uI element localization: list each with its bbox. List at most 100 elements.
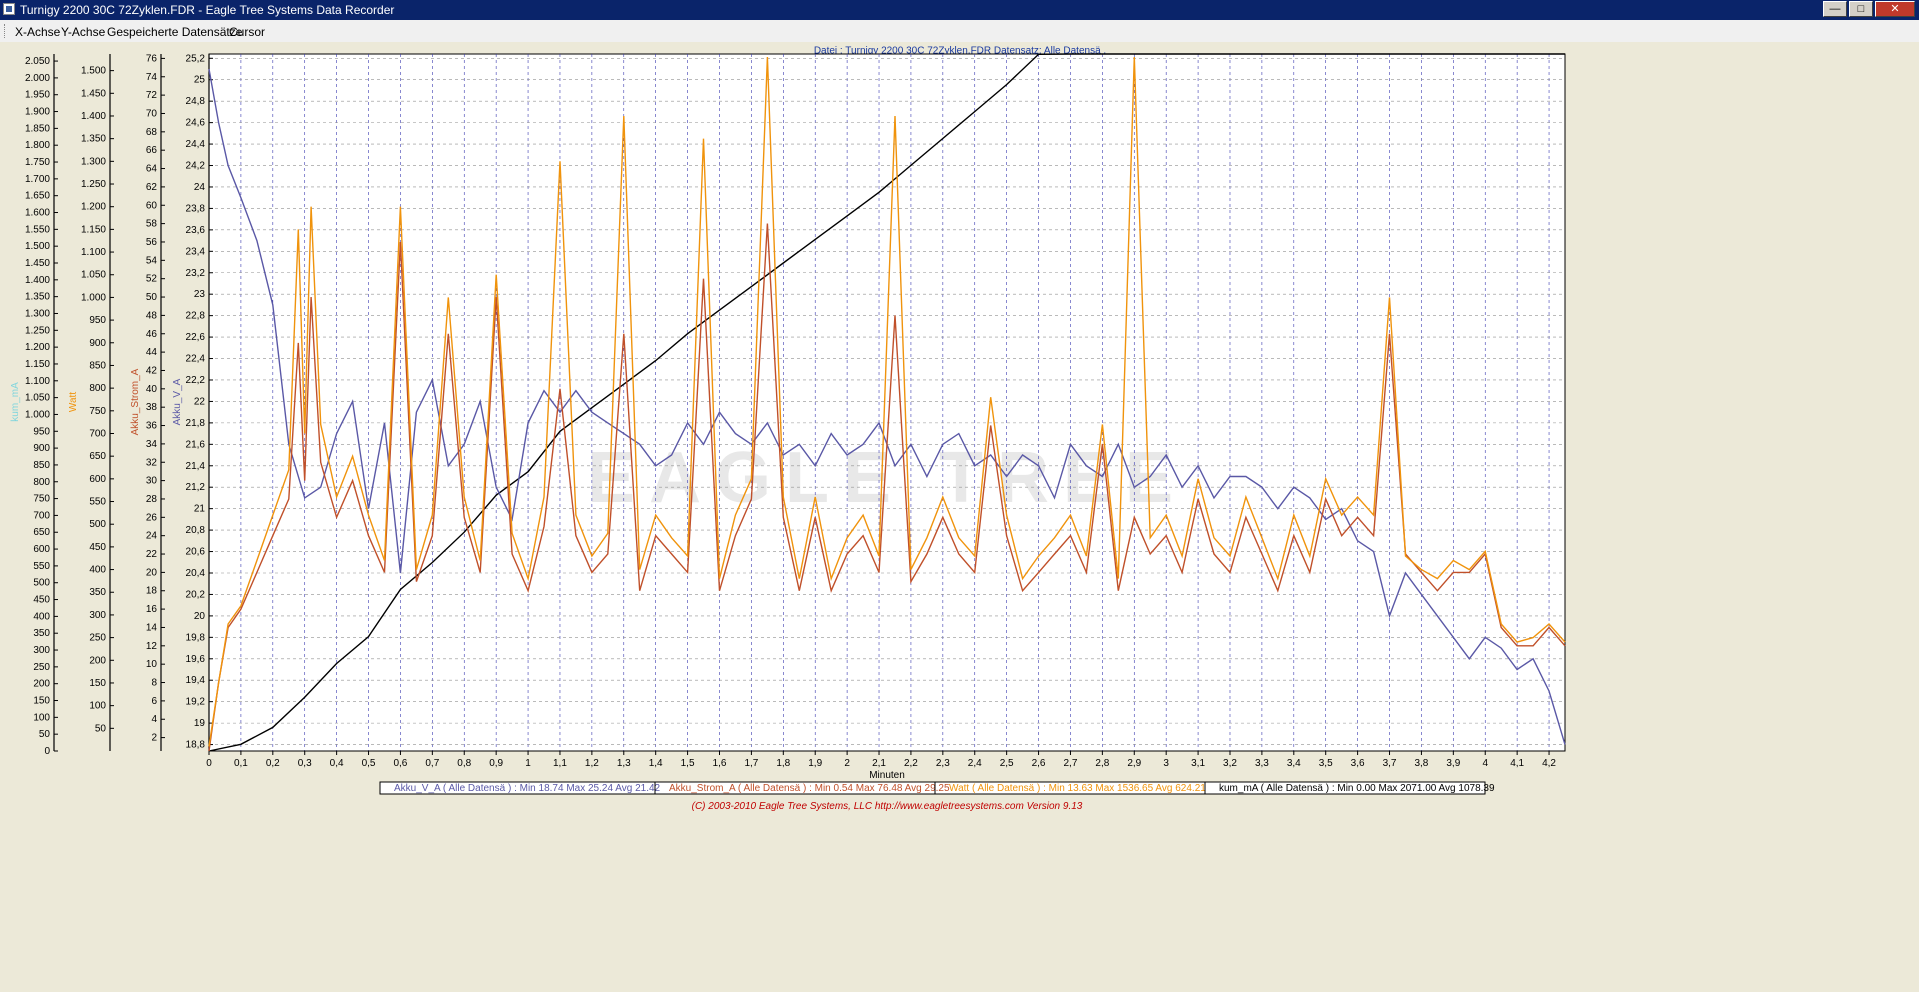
- y-tick-label-volt: 19,2: [186, 697, 206, 708]
- y-tick-label-strom: 12: [146, 641, 158, 652]
- footer-copyright: (C) 2003-2010 Eagle Tree Systems, LLC ht…: [692, 801, 1083, 812]
- close-button[interactable]: ✕: [1875, 1, 1915, 17]
- menu-x-achse[interactable]: X-Achse: [15, 25, 60, 39]
- y-tick-label-watt: 1.300: [81, 156, 106, 167]
- y-tick-label-watt: 700: [89, 428, 106, 439]
- y-tick-label-kum: 1.350: [25, 292, 50, 303]
- y-axis-title-volt: Akku_V_A: [172, 378, 183, 425]
- y-tick-label-volt: 20,2: [186, 589, 206, 600]
- y-tick-label-volt: 21,6: [186, 439, 206, 450]
- y-axis-title-kum: kum_mA: [10, 382, 21, 422]
- y-tick-label-kum: 1.450: [25, 258, 50, 269]
- x-tick-label: 3: [1163, 758, 1169, 769]
- x-tick-label: 0,1: [234, 758, 248, 769]
- y-tick-label-kum: 300: [33, 645, 50, 656]
- menu-y-achse[interactable]: Y-Achse: [61, 25, 105, 39]
- y-tick-label-strom: 68: [146, 127, 158, 138]
- y-tick-label-volt: 18,8: [186, 740, 206, 751]
- y-tick-label-strom: 54: [146, 255, 158, 266]
- y-tick-label-volt: 21,4: [186, 461, 206, 472]
- x-tick-label: 3,6: [1351, 758, 1365, 769]
- y-tick-label-strom: 24: [146, 531, 158, 542]
- x-tick-label: 0,6: [393, 758, 407, 769]
- y-tick-label-strom: 58: [146, 219, 158, 230]
- y-tick-label-volt: 22: [194, 396, 206, 407]
- app-icon[interactable]: [3, 3, 15, 15]
- y-tick-label-watt: 1.350: [81, 134, 106, 145]
- y-tick-label-watt: 200: [89, 655, 106, 666]
- y-tick-label-kum: 1.950: [25, 90, 50, 101]
- toolbar-grip[interactable]: [4, 24, 8, 38]
- y-tick-label-volt: 23,2: [186, 268, 206, 279]
- x-tick-label: 1,3: [617, 758, 631, 769]
- y-tick-label-watt: 100: [89, 701, 106, 712]
- x-tick-label: 2,4: [968, 758, 982, 769]
- y-tick-label-volt: 22,8: [186, 311, 206, 322]
- y-tick-label-kum: 1.500: [25, 241, 50, 252]
- y-tick-label-strom: 34: [146, 439, 158, 450]
- y-tick-label-kum: 1.300: [25, 308, 50, 319]
- y-tick-label-strom: 60: [146, 200, 158, 211]
- y-tick-label-kum: 1.150: [25, 359, 50, 370]
- x-tick-label: 3,4: [1287, 758, 1301, 769]
- y-tick-label-volt: 21: [194, 504, 206, 515]
- minimize-button[interactable]: —: [1823, 1, 1847, 17]
- y-tick-label-volt: 22,6: [186, 332, 206, 343]
- y-tick-label-strom: 56: [146, 237, 158, 248]
- y-tick-label-kum: 550: [33, 561, 50, 572]
- x-tick-label: 2,5: [1000, 758, 1014, 769]
- y-tick-label-kum: 1.050: [25, 393, 50, 404]
- y-tick-label-strom: 10: [146, 659, 158, 670]
- y-tick-label-volt: 24,8: [186, 96, 206, 107]
- x-tick-label: 0: [206, 758, 212, 769]
- x-tick-label: 2,2: [904, 758, 918, 769]
- y-tick-label-kum: 250: [33, 662, 50, 673]
- x-tick-label: 3,1: [1191, 758, 1205, 769]
- y-tick-label-volt: 23,4: [186, 246, 206, 257]
- y-tick-label-strom: 46: [146, 329, 158, 340]
- y-tick-label-kum: 750: [33, 494, 50, 505]
- x-tick-label: 0,4: [330, 758, 344, 769]
- x-tick-label: 1,5: [681, 758, 695, 769]
- y-tick-label-watt: 900: [89, 338, 106, 349]
- y-tick-label-watt: 1.500: [81, 66, 106, 77]
- y-tick-label-strom: 20: [146, 567, 158, 578]
- y-tick-label-watt: 1.100: [81, 247, 106, 258]
- y-tick-label-watt: 550: [89, 497, 106, 508]
- x-tick-label: 1,4: [649, 758, 663, 769]
- y-tick-label-strom: 8: [151, 678, 157, 689]
- y-tick-label-strom: 62: [146, 182, 158, 193]
- x-tick-label: 3,9: [1446, 758, 1460, 769]
- y-tick-label-kum: 800: [33, 477, 50, 488]
- y-tick-label-kum: 1.850: [25, 123, 50, 134]
- y-tick-label-kum: 650: [33, 527, 50, 538]
- y-tick-label-kum: 1.200: [25, 342, 50, 353]
- chart-svg[interactable]: Datei : Turnigy 2200 30C 72Zyklen.FDR Da…: [0, 42, 1919, 992]
- x-tick-label: 2: [844, 758, 850, 769]
- y-tick-label-watt: 600: [89, 474, 106, 485]
- x-tick-label: 0,2: [266, 758, 280, 769]
- y-tick-label-volt: 23,6: [186, 225, 206, 236]
- y-tick-label-watt: 1.400: [81, 111, 106, 122]
- y-tick-label-strom: 22: [146, 549, 158, 560]
- y-tick-label-watt: 350: [89, 587, 106, 598]
- y-tick-label-strom: 52: [146, 274, 158, 285]
- y-tick-label-volt: 22,2: [186, 375, 206, 386]
- menu-cursor[interactable]: Cursor: [229, 25, 265, 39]
- y-tick-label-volt: 25: [194, 75, 206, 86]
- x-tick-label: 2,9: [1127, 758, 1141, 769]
- title-bar: Turnigy 2200 30C 72Zyklen.FDR - Eagle Tr…: [0, 0, 1919, 20]
- x-tick-label: 2,6: [1032, 758, 1046, 769]
- y-tick-label-kum: 1.700: [25, 174, 50, 185]
- y-tick-label-volt: 21,8: [186, 418, 206, 429]
- x-tick-label: 2,7: [1064, 758, 1078, 769]
- plot-area[interactable]: [208, 53, 1566, 752]
- y-tick-label-kum: 1.600: [25, 208, 50, 219]
- y-tick-label-watt: 1.050: [81, 270, 106, 281]
- menu-gespeicherte-datensaetze[interactable]: Gespeicherte Datensätze: [107, 25, 242, 39]
- y-tick-label-kum: 950: [33, 426, 50, 437]
- y-tick-label-kum: 900: [33, 443, 50, 454]
- y-tick-label-strom: 6: [151, 696, 157, 707]
- maximize-button[interactable]: □: [1849, 1, 1873, 17]
- x-tick-label: 1,8: [776, 758, 790, 769]
